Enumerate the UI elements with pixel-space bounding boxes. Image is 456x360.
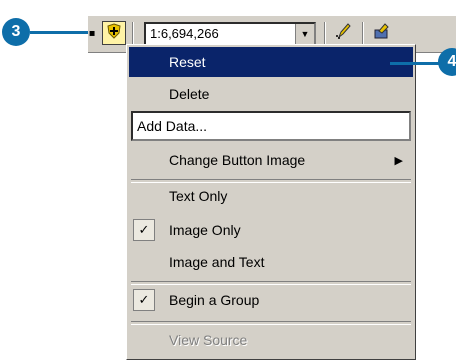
pencil-icon bbox=[335, 22, 353, 44]
menu-item-label: Image and Text bbox=[169, 254, 265, 270]
checkmark-icon: ✓ bbox=[133, 219, 155, 241]
add-data-button[interactable] bbox=[102, 21, 126, 45]
menu-item-view-source: View Source bbox=[129, 325, 413, 355]
callout-3-leader bbox=[30, 31, 90, 34]
button-name-field[interactable]: Add Data... bbox=[131, 111, 411, 141]
button-name-value[interactable]: Add Data... bbox=[137, 118, 207, 134]
callout-3-number: 3 bbox=[11, 23, 21, 40]
checkmark-icon: ✓ bbox=[133, 289, 155, 311]
menu-item-label: View Source bbox=[169, 332, 248, 348]
chevron-down-icon[interactable]: ▼ bbox=[295, 24, 314, 44]
editor-button[interactable] bbox=[332, 21, 356, 45]
toolbar-separator bbox=[132, 22, 134, 46]
menu-item-label: Reset bbox=[169, 54, 206, 70]
menu-item-begin-group[interactable]: ✓ Begin a Group bbox=[129, 285, 413, 315]
map-scale-value[interactable]: 1:6,694,266 bbox=[150, 26, 219, 41]
menu-item-label: Change Button Image bbox=[169, 152, 306, 168]
menu-item-image-only[interactable]: ✓ Image Only bbox=[129, 215, 413, 245]
menu-item-label: Image Only bbox=[169, 222, 241, 238]
callout-4-leader bbox=[390, 62, 440, 65]
plus-shield-icon bbox=[106, 23, 122, 43]
menu-item-delete[interactable]: Delete bbox=[129, 79, 413, 109]
menu-item-label: Begin a Group bbox=[169, 292, 260, 308]
submenu-arrow-icon: ▶ bbox=[394, 154, 403, 167]
toolbar-separator bbox=[324, 22, 326, 46]
menu-item-text-only[interactable]: Text Only bbox=[129, 181, 413, 211]
menu-item-image-and-text[interactable]: Image and Text bbox=[129, 247, 413, 277]
editor-toolbar-icon bbox=[373, 22, 391, 44]
toolbar-grip: ▪ bbox=[88, 27, 96, 39]
menu-item-change-button-image[interactable]: Change Button Image ▶ bbox=[129, 145, 413, 175]
customize-context-menu: Reset Delete Add Data... Change Button I… bbox=[126, 44, 416, 360]
menu-item-reset[interactable]: Reset bbox=[129, 47, 413, 77]
menu-item-label: Delete bbox=[169, 86, 210, 102]
callout-4: 4 bbox=[438, 48, 456, 76]
callout-3: 3 bbox=[2, 18, 30, 46]
callout-4-number: 4 bbox=[447, 53, 456, 70]
editor-toolbar-button[interactable] bbox=[370, 21, 394, 45]
toolbar-separator bbox=[362, 22, 364, 46]
map-scale-combobox[interactable]: 1:6,694,266 ▼ bbox=[144, 22, 316, 46]
menu-item-label: Text Only bbox=[169, 188, 228, 204]
